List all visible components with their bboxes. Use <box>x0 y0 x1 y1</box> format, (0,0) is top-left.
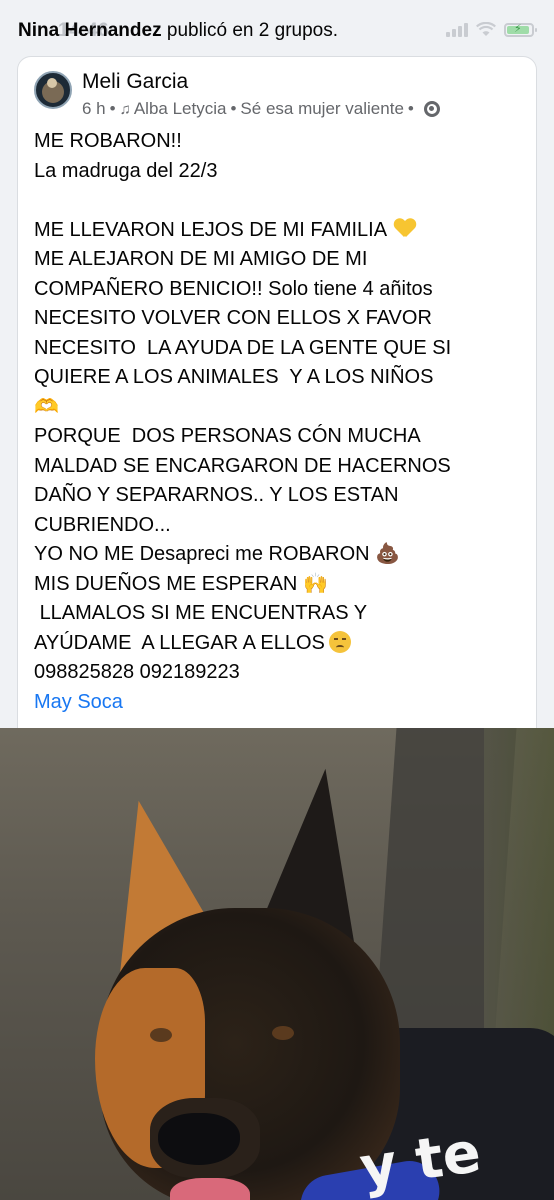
mention-link[interactable]: May Soca <box>34 688 524 718</box>
post-line: YO NO ME Desapreci me ROBARON 💩 <box>34 540 524 570</box>
post-meta: 6 h • ♫ Alba Letycia • Sé esa mujer vali… <box>82 99 440 119</box>
post-line: AYÚDAME A LLEGAR A ELLOS <box>34 629 524 659</box>
share-action-text: publicó en 2 grupos. <box>166 20 338 41</box>
post-line: MALDAD SE ENCARGARON DE HACERNOS <box>34 454 451 477</box>
wifi-icon <box>476 22 496 36</box>
post-line: NECESITO LA AYUDA DE LA GENTE QUE SI <box>34 336 452 359</box>
meta-separator: • <box>109 99 116 118</box>
post-song-title[interactable]: Sé esa mujer valiente <box>240 99 403 119</box>
meta-separator: • <box>230 99 237 118</box>
meta-separator: • <box>407 99 414 118</box>
post-line: NECESITO VOLVER CON ELLOS X FAVOR <box>34 307 432 329</box>
post-line: 🫶 <box>34 393 524 423</box>
pensive-face-icon <box>328 630 351 653</box>
post-card: Meli Garcia 6 h • ♫ Alba Letycia • Sé es… <box>17 56 537 746</box>
post-body: ME ROBARON!! La madruga del 22/3 ME LLEV… <box>34 127 524 717</box>
battery-charging-icon: ⚡ <box>504 22 537 37</box>
cellular-signal-icon <box>446 22 468 37</box>
post-line: 098825828 092189223 <box>34 661 240 683</box>
music-note-icon: ♫ <box>119 100 131 118</box>
share-header: Nina Hernandez publicó en 2 grupos. <box>18 20 338 42</box>
post-line: DAÑO Y SEPARARNOS.. Y LOS ESTAN <box>34 484 399 506</box>
share-actor-name[interactable]: Nina Hernandez <box>18 20 162 41</box>
heart-hands-icon: 🫶 <box>34 395 59 418</box>
post-line: ME ALEJARON DE MI AMIGO DE MI <box>34 248 368 270</box>
post-line: QUIERE A LOS ANIMALES Y A LOS NIÑOS <box>34 366 434 388</box>
post-line <box>34 186 524 216</box>
post-line: COMPAÑERO BENICIO!! Solo tiene 4 añitos <box>34 277 433 300</box>
author-avatar[interactable] <box>34 71 72 109</box>
pile-of-poo-icon: 💩 <box>375 543 401 565</box>
post-time[interactable]: 6 h <box>82 99 106 119</box>
post-line: LLAMALOS SI ME ENCUENTRAS Y <box>34 602 368 624</box>
dog-nose <box>158 1113 240 1165</box>
post-line: CUBRIENDO... <box>34 513 171 536</box>
post-song-artist[interactable]: Alba Letycia <box>134 99 227 119</box>
post-author-name[interactable]: Meli Garcia <box>82 70 188 94</box>
globe-icon <box>423 101 440 117</box>
post-line: ME ROBARON!! <box>34 130 182 152</box>
dog-eye-left <box>150 1028 172 1042</box>
dog-eye-right <box>272 1026 294 1040</box>
status-icons: ⚡ <box>446 22 537 37</box>
post-line: MIS DUEÑOS ME ESPERAN 🙌 <box>34 570 524 600</box>
dog-tongue <box>170 1178 250 1200</box>
raising-hands-icon: 🙌 <box>302 572 328 595</box>
yellow-heart-icon <box>394 219 416 239</box>
post-line: PORQUE DOS PERSONAS CÓN MUCHA <box>34 425 421 447</box>
post-line: La madruga del 22/3 <box>34 159 218 182</box>
post-photo[interactable]: y te <box>0 728 554 1200</box>
post-line: ME LLEVARON LEJOS DE MI FAMILIA <box>34 216 524 246</box>
